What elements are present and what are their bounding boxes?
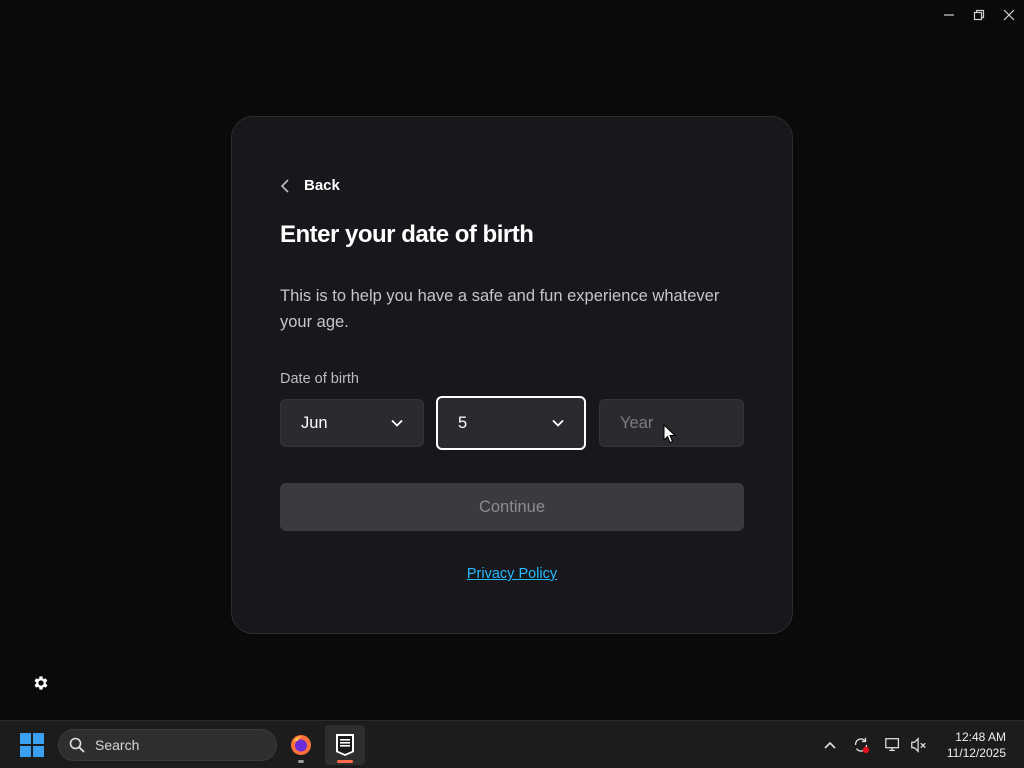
back-label: Back bbox=[304, 177, 340, 194]
page-title: Enter your date of birth bbox=[280, 221, 534, 248]
epic-games-icon bbox=[336, 734, 354, 756]
dob-label: Date of birth bbox=[280, 371, 359, 387]
window-controls bbox=[934, 0, 1024, 30]
continue-button[interactable]: Continue bbox=[280, 483, 744, 531]
settings-gear-icon[interactable] bbox=[32, 674, 50, 692]
minimize-button[interactable] bbox=[934, 0, 964, 30]
back-button[interactable]: Back bbox=[280, 177, 340, 194]
sync-icon[interactable] bbox=[851, 735, 871, 755]
app-indicator-active bbox=[337, 760, 353, 763]
chevron-left-icon bbox=[280, 178, 289, 193]
search-icon bbox=[69, 737, 85, 753]
app-indicator bbox=[298, 760, 304, 763]
clock-date: 11/12/2025 bbox=[946, 746, 1006, 760]
month-value: Jun bbox=[301, 413, 328, 432]
chevron-down-icon bbox=[391, 419, 403, 427]
search-placeholder: Search bbox=[95, 737, 140, 753]
chevron-down-icon bbox=[552, 419, 564, 427]
network-icon[interactable] bbox=[883, 735, 903, 755]
windows-start-icon[interactable] bbox=[20, 733, 44, 757]
firefox-icon bbox=[291, 735, 311, 755]
page-description: This is to help you have a safe and fun … bbox=[280, 287, 720, 331]
privacy-policy-label: Privacy Policy bbox=[466, 566, 558, 582]
volume-muted-icon[interactable] bbox=[909, 735, 929, 755]
taskbar-app-firefox[interactable] bbox=[281, 725, 321, 765]
tray-overflow-chevron-up-icon[interactable] bbox=[820, 735, 840, 755]
clock-time: 12:48 AM bbox=[955, 730, 1006, 744]
mouse-cursor-icon bbox=[663, 424, 677, 444]
taskbar-app-epic-games[interactable] bbox=[325, 725, 365, 765]
taskbar-search[interactable]: Search bbox=[58, 729, 277, 761]
taskbar: Search 12:48 AM 11/12/2025 bbox=[0, 720, 1024, 768]
month-select[interactable]: Jun bbox=[280, 399, 424, 447]
privacy-policy-link[interactable]: Privacy Policy bbox=[232, 566, 792, 582]
day-value: 5 bbox=[458, 413, 468, 432]
taskbar-clock[interactable]: 12:48 AM 11/12/2025 bbox=[947, 729, 1006, 761]
close-button[interactable] bbox=[994, 0, 1024, 30]
day-select[interactable]: 5 bbox=[436, 396, 586, 450]
dob-dialog: Back Enter your date of birth This is to… bbox=[231, 116, 793, 634]
restore-button[interactable] bbox=[964, 0, 994, 30]
